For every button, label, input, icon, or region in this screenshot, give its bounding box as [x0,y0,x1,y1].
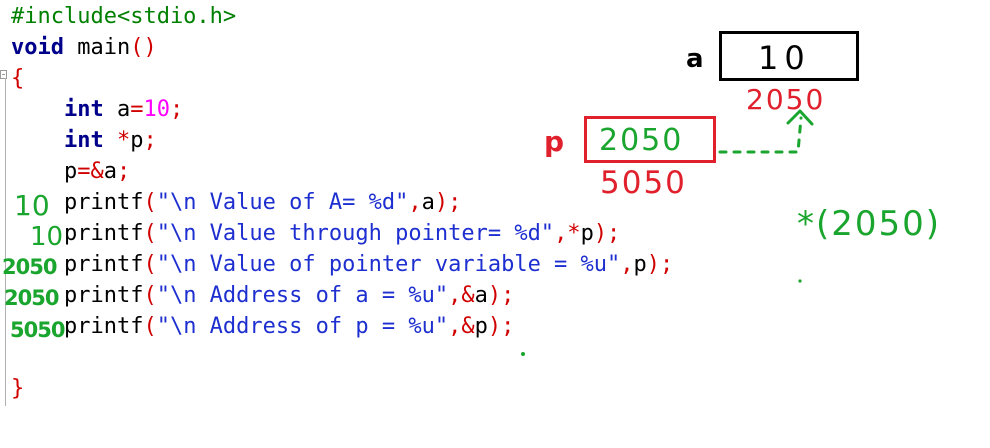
pen-dots [521,279,802,356]
